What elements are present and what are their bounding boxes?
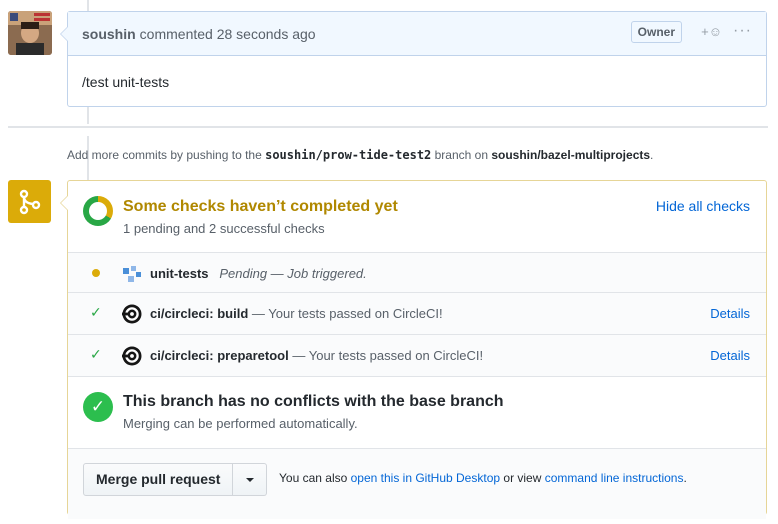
git-branch-glyph (19, 189, 40, 214)
merge-pull-request-button[interactable]: Merge pull request (83, 463, 234, 496)
merge-note-middle: or view (503, 471, 542, 485)
checks-status: Some checks haven’t completed yet 1 pend… (68, 181, 766, 253)
comment-author[interactable]: soushin (82, 26, 136, 42)
prow-logo-icon (123, 266, 141, 282)
check-name-text: unit-tests (150, 266, 209, 281)
circleci-logo-icon (122, 304, 142, 324)
circleci-logo-icon (122, 346, 142, 366)
check-name: ci/circleci: build — Your tests passed o… (150, 306, 443, 321)
timeline-divider (8, 126, 768, 128)
push-hint-middle: branch on (434, 148, 488, 162)
push-hint-suffix: . (650, 148, 654, 162)
check-name: ci/circleci: preparetool — Your tests pa… (150, 348, 483, 363)
avatar-image (8, 11, 52, 55)
checks-progress-icon (83, 196, 113, 226)
comment-header: soushin commented 28 seconds ago Owner +… (60, 12, 766, 56)
check-details-link[interactable]: Details (710, 306, 750, 321)
push-hint-prefix: Add more commits by pushing to the (67, 148, 262, 162)
owner-badge: Owner (630, 21, 682, 43)
conflict-status: ✓ This branch has no conflicts with the … (68, 377, 766, 449)
repository-name: soushin/bazel-multiprojects (491, 148, 651, 162)
check-row: ✓ ci/circleci: preparetool — Your tests … (68, 335, 766, 377)
check-description: — Your tests passed on CircleCI! (292, 348, 484, 363)
avatar[interactable] (8, 11, 52, 55)
check-success-icon: ✓ (90, 346, 102, 362)
conflict-status-title: This branch has no conflicts with the ba… (123, 393, 504, 410)
merge-button-group: Merge pull request (83, 463, 268, 496)
add-reaction-icon[interactable]: +☺ (701, 24, 722, 39)
check-name-text: ci/circleci: preparetool (150, 348, 289, 363)
hide-all-checks-link[interactable]: Hide all checks (656, 198, 750, 214)
merge-method-dropdown-icon[interactable] (233, 463, 268, 496)
merge-actions: Merge pull request You can also open thi… (68, 449, 766, 519)
comment-timestamp[interactable]: commented 28 seconds ago (140, 26, 316, 42)
git-merge-icon (8, 180, 51, 223)
check-description: Pending — Job triggered. (219, 266, 367, 281)
check-success-icon: ✓ (90, 304, 102, 320)
comment-body: /test unit-tests (82, 74, 170, 90)
head-branch: soushin/prow-tide-test2 (265, 148, 432, 162)
conflict-status-subtitle: Merging can be performed automatically. (123, 416, 358, 431)
check-row: unit-tests Pending — Job triggered. (68, 253, 766, 293)
check-circle-icon: ✓ (83, 392, 113, 422)
check-name: unit-tests Pending — Job triggered. (150, 266, 367, 281)
command-line-instructions-link[interactable]: command line instructions (545, 471, 684, 485)
merge-box: Some checks haven’t completed yet 1 pend… (60, 180, 767, 519)
push-hint: Add more commits by pushing to the soush… (67, 148, 653, 162)
check-description: — Your tests passed on CircleCI! (251, 306, 443, 321)
merge-note-prefix: You can also (279, 471, 348, 485)
check-name-text: ci/circleci: build (150, 306, 249, 321)
comment: soushin commented 28 seconds ago Owner +… (60, 11, 767, 107)
check-details-link[interactable]: Details (710, 348, 750, 363)
open-in-desktop-link[interactable]: open this in GitHub Desktop (351, 471, 500, 485)
checks-list: unit-tests Pending — Job triggered. ✓ ci… (68, 253, 766, 377)
checks-status-title: Some checks haven’t completed yet (123, 198, 398, 215)
merge-note: You can also open this in GitHub Desktop… (279, 471, 687, 485)
merge-note-suffix: . (683, 471, 687, 485)
pending-dot-icon (92, 269, 100, 277)
more-options-icon[interactable]: ··· (733, 22, 752, 40)
checks-status-subtitle: 1 pending and 2 successful checks (123, 221, 325, 236)
check-row: ✓ ci/circleci: build — Your tests passed… (68, 293, 766, 335)
